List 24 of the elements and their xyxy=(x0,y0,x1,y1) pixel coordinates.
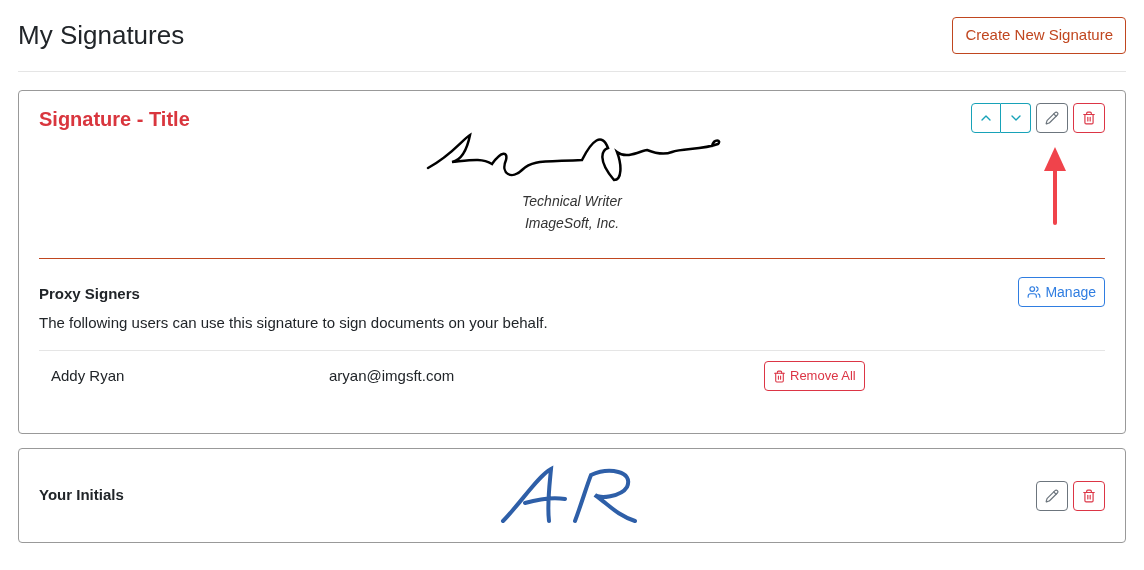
page-title: My Signatures xyxy=(18,19,185,52)
remove-all-button[interactable]: Remove All xyxy=(764,361,865,391)
proxy-description: The following users can use this signature to sign documents on your behalf. xyxy=(39,312,548,333)
proxy-heading: Proxy Signers xyxy=(39,284,141,304)
delete-button[interactable] xyxy=(1073,103,1105,133)
proxy-email: aryan@imgsft.com xyxy=(329,365,456,386)
move-up-button[interactable] xyxy=(971,103,1001,133)
pencil-icon xyxy=(1045,488,1059,503)
create-signature-button[interactable]: Create New Signature xyxy=(952,17,1126,54)
delete-button[interactable] xyxy=(1073,480,1105,511)
initials-label: Your Initials xyxy=(39,485,125,506)
manage-button[interactable]: Manage xyxy=(1018,277,1105,307)
edit-button[interactable] xyxy=(1036,480,1068,511)
signature-caption: Technical Writer xyxy=(522,192,622,211)
trash-icon xyxy=(1082,488,1096,503)
trash-icon xyxy=(773,369,786,383)
proxy-name: Addy Ryan xyxy=(50,365,126,386)
signature-title: Signature - Title xyxy=(39,107,190,132)
users-icon xyxy=(1027,285,1042,299)
trash-icon xyxy=(1082,111,1096,125)
edit-button[interactable] xyxy=(1036,103,1068,133)
signature-caption: ImageSoft, Inc. xyxy=(524,214,620,233)
pencil-icon xyxy=(1045,111,1059,125)
move-down-button[interactable] xyxy=(1001,103,1031,133)
